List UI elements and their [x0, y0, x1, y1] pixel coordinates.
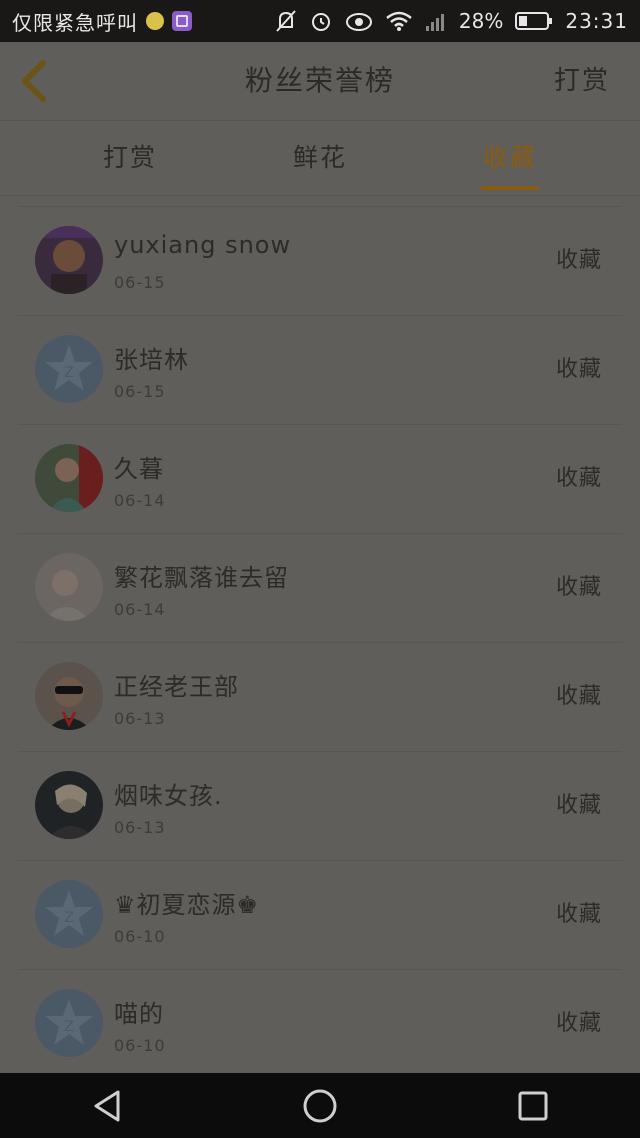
list-item[interactable]: Z 喵的 06-10 收藏 [18, 969, 622, 1078]
list-item[interactable]: Z ♛初夏恋源♚ 06-10 收藏 [18, 860, 622, 969]
nav-recents-button[interactable] [503, 1076, 563, 1136]
page-title: 粉丝荣誉榜 [244, 64, 395, 97]
row-action-label: 收藏 [555, 575, 602, 600]
row-action-label: 收藏 [555, 466, 602, 491]
row-action-label: 收藏 [555, 248, 602, 273]
square-recents-icon [518, 1091, 548, 1120]
notification-icon [146, 12, 164, 30]
eye-icon [345, 10, 373, 32]
user-name: 张培林 [114, 346, 189, 374]
favorite-date: 06-13 [114, 709, 166, 728]
avatar [35, 444, 103, 512]
avatar: Z [35, 989, 103, 1057]
signal-icon [425, 10, 447, 32]
user-name: 正经老王部 [114, 673, 239, 701]
tab-reward[interactable]: 打赏 [70, 121, 190, 195]
favorite-date: 06-15 [114, 273, 166, 292]
row-action-label: 收藏 [555, 684, 602, 709]
tab-bar: 打赏 鲜花 收藏 [0, 121, 640, 196]
reward-button[interactable]: 打赏 [554, 42, 610, 120]
header: 粉丝荣誉榜 打赏 [0, 42, 640, 121]
avatar: Z [35, 335, 103, 403]
wifi-icon [385, 10, 413, 32]
user-name: 烟味女孩. [114, 782, 223, 810]
list-item[interactable]: 繁花飘落谁去留 06-14 收藏 [18, 533, 622, 642]
favorite-date: 06-15 [114, 382, 166, 401]
favorite-date: 06-10 [114, 1036, 166, 1055]
screen: 仅限紧急呼叫 28% 23:31 粉丝荣誉榜 打赏 打赏 鲜花 收藏 yuxia… [0, 0, 640, 1138]
nav-home-button[interactable] [290, 1076, 350, 1136]
list-item[interactable]: Z 张培林 06-15 收藏 [18, 315, 622, 424]
active-tab-indicator [481, 186, 539, 190]
avatar [35, 226, 103, 294]
status-bar: 仅限紧急呼叫 28% 23:31 [0, 0, 640, 42]
fan-list: yuxiang snow 06-15 收藏 Z 张培林 06-15 收藏 久暮 … [18, 206, 622, 1078]
triangle-back-icon [94, 1090, 120, 1121]
svg-text:Z: Z [64, 1019, 74, 1035]
user-name: 喵的 [114, 1000, 164, 1028]
avatar [35, 553, 103, 621]
avatar [35, 771, 103, 839]
list-item[interactable]: 正经老王部 06-13 收藏 [18, 642, 622, 751]
mute-icon [275, 9, 297, 33]
navigation-bar [0, 1073, 640, 1138]
circle-home-icon [303, 1089, 337, 1122]
row-action-label: 收藏 [555, 793, 602, 818]
nav-back-button[interactable] [77, 1076, 137, 1136]
avatar: Z [35, 880, 103, 948]
tab-favorites[interactable]: 收藏 [450, 121, 570, 195]
list-item[interactable]: 久暮 06-14 收藏 [18, 424, 622, 533]
gallery-icon [172, 11, 192, 31]
avatar [35, 662, 103, 730]
row-action-label: 收藏 [555, 902, 602, 927]
list-item[interactable]: yuxiang snow 06-15 收藏 [18, 206, 622, 315]
battery-percent: 28% [458, 9, 504, 33]
user-name: ♛初夏恋源♚ [114, 891, 260, 919]
user-name: 久暮 [114, 455, 164, 483]
favorite-date: 06-14 [114, 600, 166, 619]
user-name: yuxiang snow [114, 231, 292, 259]
favorite-date: 06-13 [114, 818, 166, 837]
tab-flowers[interactable]: 鲜花 [260, 121, 380, 195]
user-name: 繁花飘落谁去留 [114, 564, 289, 592]
list-item[interactable]: 烟味女孩. 06-13 收藏 [18, 751, 622, 860]
carrier-label: 仅限紧急呼叫 [12, 10, 138, 35]
svg-text:Z: Z [64, 365, 74, 381]
alarm-icon [309, 9, 333, 33]
clock: 23:31 [565, 9, 628, 33]
row-action-label: 收藏 [555, 1011, 602, 1036]
favorite-date: 06-14 [114, 491, 166, 510]
svg-text:Z: Z [64, 910, 74, 926]
favorite-date: 06-10 [114, 927, 166, 946]
row-action-label: 收藏 [555, 357, 602, 382]
battery-icon [515, 11, 553, 31]
